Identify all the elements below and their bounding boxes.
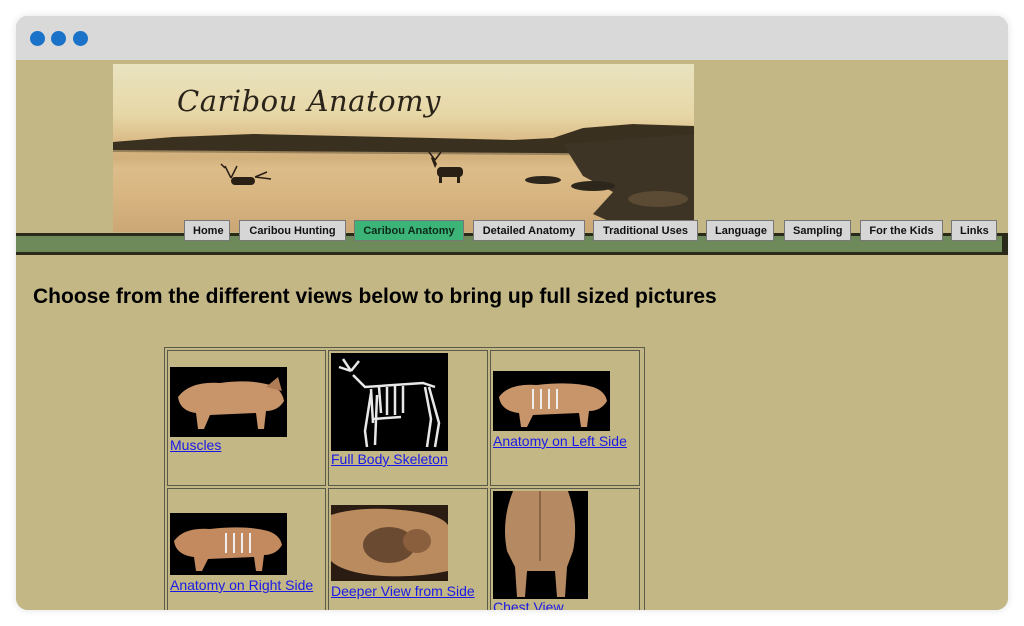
views-table: Muscles Full Body Skeleton Anatomy on Le…	[164, 347, 645, 610]
nav-item-sampling[interactable]: Sampling	[784, 220, 851, 241]
nav-item-links[interactable]: Links	[951, 220, 997, 241]
window-dot-2[interactable]	[51, 31, 66, 46]
link-anatomy-right-side[interactable]: Anatomy on Right Side	[170, 577, 313, 593]
view-cell-right-side: Anatomy on Right Side	[167, 488, 326, 610]
nav-item-caribou-anatomy[interactable]: Caribou Anatomy	[354, 220, 464, 241]
skeleton-thumbnail[interactable]	[331, 353, 448, 451]
nav-item-detailed-anatomy[interactable]: Detailed Anatomy	[473, 220, 585, 241]
view-cell-chest-view: Chest View	[490, 488, 640, 610]
link-anatomy-left-side[interactable]: Anatomy on Left Side	[493, 433, 627, 449]
header-banner: Caribou Anatomy	[113, 64, 694, 232]
window-dot-3[interactable]	[73, 31, 88, 46]
window-dot-1[interactable]	[30, 31, 45, 46]
chest-view-thumbnail[interactable]	[493, 491, 588, 599]
nav-item-home[interactable]: Home	[184, 220, 230, 241]
muscles-thumbnail[interactable]	[170, 367, 287, 437]
nav-item-traditional-uses[interactable]: Traditional Uses	[593, 220, 698, 241]
site-title: Caribou Anatomy	[177, 84, 441, 118]
page-content: Caribou Anatomy Home Caribou Hunting Car…	[16, 60, 1008, 610]
view-cell-deeper-view: Deeper View from Side	[328, 488, 488, 610]
nav-item-caribou-hunting[interactable]: Caribou Hunting	[239, 220, 346, 241]
left-side-thumbnail[interactable]	[493, 371, 610, 431]
deeper-view-thumbnail[interactable]	[331, 505, 448, 581]
view-cell-skeleton: Full Body Skeleton	[328, 350, 488, 486]
link-full-body-skeleton[interactable]: Full Body Skeleton	[331, 451, 448, 467]
nav-item-for-the-kids[interactable]: For the Kids	[860, 220, 943, 241]
page-heading: Choose from the different views below to…	[33, 285, 717, 308]
nav-item-language[interactable]: Language	[706, 220, 774, 241]
link-deeper-view-from-side[interactable]: Deeper View from Side	[331, 583, 475, 599]
right-side-thumbnail[interactable]	[170, 513, 287, 575]
window-titlebar	[16, 16, 1008, 60]
link-chest-view[interactable]: Chest View	[493, 599, 564, 610]
view-cell-muscles: Muscles	[167, 350, 326, 486]
browser-window: Caribou Anatomy Home Caribou Hunting Car…	[16, 16, 1008, 610]
view-cell-left-side: Anatomy on Left Side	[490, 350, 640, 486]
link-muscles[interactable]: Muscles	[170, 437, 221, 453]
